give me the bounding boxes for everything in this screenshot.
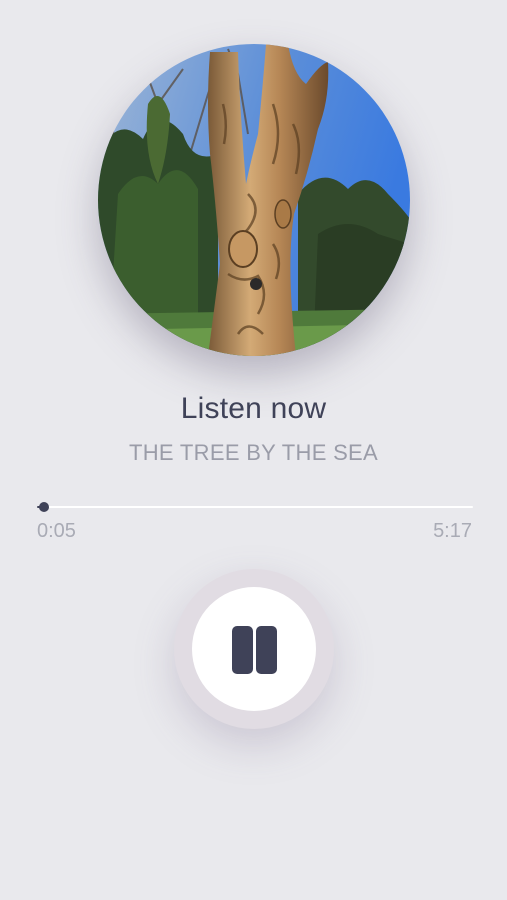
pause-button-face[interactable] — [192, 587, 316, 711]
track-heading: Listen now — [180, 392, 327, 425]
tree-sculpture-image — [98, 44, 410, 356]
pause-button[interactable] — [174, 569, 334, 729]
pause-icon-bar — [256, 626, 277, 674]
pause-icon — [232, 626, 253, 674]
total-duration: 5:17 — [433, 520, 472, 542]
player-screen: Listen now THE TREE BY THE SEA 0:05 5:17 — [0, 0, 507, 900]
track-subtitle: THE TREE BY THE SEA — [129, 440, 378, 465]
progress-thumb[interactable] — [38, 502, 49, 512]
album-artwork — [98, 44, 410, 356]
elapsed-time: 0:05 — [37, 520, 76, 542]
progress-slider[interactable] — [37, 502, 473, 512]
